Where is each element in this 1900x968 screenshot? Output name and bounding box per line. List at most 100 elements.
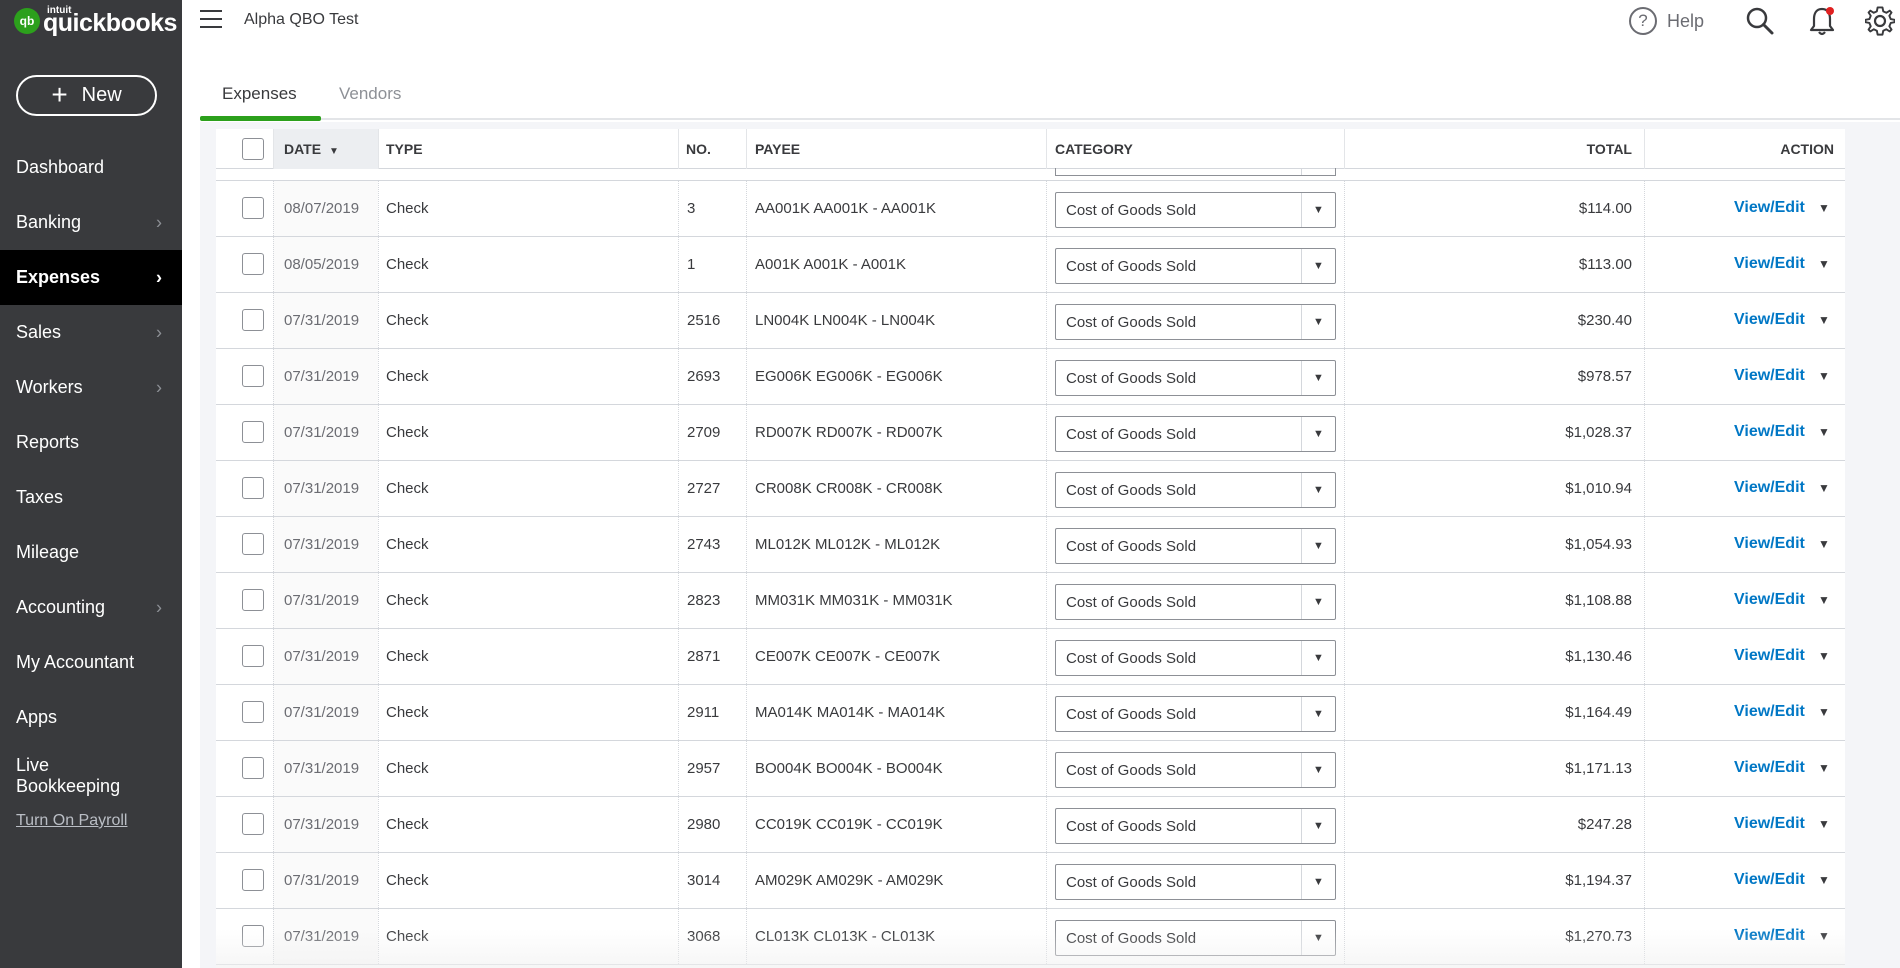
hamburger-icon[interactable]	[200, 10, 222, 28]
row-checkbox[interactable]	[242, 365, 264, 387]
dropdown-arrow-icon[interactable]: ▼	[1301, 641, 1335, 675]
help-button[interactable]: ? Help	[1629, 7, 1704, 35]
row-checkbox[interactable]	[242, 253, 264, 275]
action-dropdown-icon[interactable]: ▼	[1818, 929, 1830, 943]
table-row[interactable]: 07/31/2019 Check 2743 ML012K ML012K - ML012…	[216, 517, 1845, 573]
row-checkbox[interactable]	[242, 197, 264, 219]
view-edit-link[interactable]: View/Edit	[1734, 479, 1805, 497]
category-select[interactable]: Cost of Goods Sold ▼	[1055, 584, 1336, 620]
dropdown-arrow-icon[interactable]: ▼	[1301, 305, 1335, 339]
select-all-checkbox[interactable]	[242, 138, 264, 160]
category-select[interactable]: Cost of Goods Sold ▼	[1055, 360, 1336, 396]
row-checkbox[interactable]	[242, 645, 264, 667]
table-row[interactable]: 07/31/2019 Check 2727 CR008K CR008K - CR008…	[216, 461, 1845, 517]
tab-vendors[interactable]: Vendors	[339, 84, 401, 104]
action-dropdown-icon[interactable]: ▼	[1818, 873, 1830, 887]
category-select[interactable]: Cost of Goods Sold ▼	[1055, 528, 1336, 564]
sidebar-item-expenses[interactable]: Expenses ›	[0, 250, 182, 305]
view-edit-link[interactable]: View/Edit	[1734, 311, 1805, 329]
payee-column-header[interactable]: PAYEE	[755, 141, 800, 157]
sidebar-item-live-bookkeeping[interactable]: Live Bookkeeping	[0, 745, 182, 807]
no-column-header[interactable]: NO.	[686, 141, 711, 157]
table-row[interactable]: 07/31/2019 Check 3068 CL013K CL013K - CL013…	[216, 909, 1845, 965]
table-row[interactable]: 07/31/2019 Check 3014 AM029K AM029K - AM029…	[216, 853, 1845, 909]
action-dropdown-icon[interactable]: ▼	[1818, 257, 1830, 271]
sidebar-item-taxes[interactable]: Taxes	[0, 470, 182, 525]
view-edit-link[interactable]: View/Edit	[1734, 367, 1805, 385]
dropdown-arrow-icon[interactable]: ▼	[1301, 921, 1335, 955]
action-dropdown-icon[interactable]: ▼	[1818, 705, 1830, 719]
sidebar-item-dashboard[interactable]: Dashboard	[0, 140, 182, 195]
action-dropdown-icon[interactable]: ▼	[1818, 481, 1830, 495]
action-dropdown-icon[interactable]: ▼	[1818, 649, 1830, 663]
sidebar-item-workers[interactable]: Workers ›	[0, 360, 182, 415]
action-dropdown-icon[interactable]: ▼	[1818, 537, 1830, 551]
tab-expenses[interactable]: Expenses	[222, 84, 297, 104]
action-dropdown-icon[interactable]: ▼	[1818, 817, 1830, 831]
action-dropdown-icon[interactable]: ▼	[1818, 369, 1830, 383]
row-checkbox[interactable]	[242, 925, 264, 947]
view-edit-link[interactable]: View/Edit	[1734, 423, 1805, 441]
category-select[interactable]: Cost of Goods Sold ▼	[1055, 192, 1336, 228]
category-select[interactable]: Cost of Goods Sold ▼	[1055, 248, 1336, 284]
action-dropdown-icon[interactable]: ▼	[1818, 593, 1830, 607]
view-edit-link[interactable]: View/Edit	[1734, 591, 1805, 609]
row-checkbox[interactable]	[242, 421, 264, 443]
dropdown-arrow-icon[interactable]: ▼	[1301, 585, 1335, 619]
sidebar-item-banking[interactable]: Banking ›	[0, 195, 182, 250]
sidebar-item-my-accountant[interactable]: My Accountant	[0, 635, 182, 690]
row-checkbox[interactable]	[242, 701, 264, 723]
dropdown-arrow-icon[interactable]: ▼	[1301, 417, 1335, 451]
table-row[interactable]: 07/31/2019 Check 2980 CC019K CC019K - CC019…	[216, 797, 1845, 853]
action-dropdown-icon[interactable]: ▼	[1818, 201, 1830, 215]
row-checkbox[interactable]	[242, 757, 264, 779]
dropdown-arrow-icon[interactable]: ▼	[1301, 361, 1335, 395]
sidebar-item-mileage[interactable]: Mileage	[0, 525, 182, 580]
turn-on-payroll-link[interactable]: Turn On Payroll	[16, 812, 127, 830]
row-checkbox[interactable]	[242, 813, 264, 835]
dropdown-arrow-icon[interactable]: ▼	[1301, 809, 1335, 843]
row-checkbox[interactable]	[242, 477, 264, 499]
row-checkbox[interactable]	[242, 309, 264, 331]
table-row[interactable]: 07/31/2019 Check 2871 CE007K CE007K - CE007…	[216, 629, 1845, 685]
view-edit-link[interactable]: View/Edit	[1734, 255, 1805, 273]
sidebar-item-apps[interactable]: Apps	[0, 690, 182, 745]
action-dropdown-icon[interactable]: ▼	[1818, 425, 1830, 439]
sidebar-item-sales[interactable]: Sales ›	[0, 305, 182, 360]
table-row[interactable]: 08/07/2019 Check 3 AA001K AA001K - AA001K Co…	[216, 181, 1845, 237]
dropdown-arrow-icon[interactable]: ▼	[1301, 473, 1335, 507]
dropdown-arrow-icon[interactable]: ▼	[1301, 753, 1335, 787]
category-select[interactable]: Cost of Goods Sold ▼	[1055, 640, 1336, 676]
table-row[interactable]: 07/31/2019 Check 2693 EG006K EG006K - EG006…	[216, 349, 1845, 405]
category-select[interactable]: Cost of Goods Sold ▼	[1055, 472, 1336, 508]
action-dropdown-icon[interactable]: ▼	[1818, 313, 1830, 327]
dropdown-arrow-icon[interactable]: ▼	[1301, 697, 1335, 731]
gear-icon[interactable]	[1864, 6, 1896, 41]
view-edit-link[interactable]: View/Edit	[1734, 199, 1805, 217]
table-row[interactable]: 07/31/2019 Check 2957 BO004K BO004K - BO004…	[216, 741, 1845, 797]
bell-icon[interactable]	[1807, 5, 1837, 42]
row-checkbox[interactable]	[242, 869, 264, 891]
row-checkbox[interactable]	[242, 589, 264, 611]
category-select[interactable]: Cost of Goods Sold ▼	[1055, 920, 1336, 956]
category-select[interactable]: Cost of Goods Sold ▼	[1055, 808, 1336, 844]
row-checkbox[interactable]	[242, 533, 264, 555]
type-column-header[interactable]: TYPE	[386, 141, 423, 157]
view-edit-link[interactable]: View/Edit	[1734, 759, 1805, 777]
view-edit-link[interactable]: View/Edit	[1734, 703, 1805, 721]
view-edit-link[interactable]: View/Edit	[1734, 647, 1805, 665]
category-select[interactable]: Cost of Goods Sold ▼	[1055, 304, 1336, 340]
new-button[interactable]: + New	[16, 75, 157, 116]
action-dropdown-icon[interactable]: ▼	[1818, 761, 1830, 775]
table-row[interactable]: 07/31/2019 Check 2823 MM031K MM031K - MM031…	[216, 573, 1845, 629]
category-select[interactable]: Cost of Goods Sold ▼	[1055, 416, 1336, 452]
view-edit-link[interactable]: View/Edit	[1734, 927, 1805, 945]
dropdown-arrow-icon[interactable]: ▼	[1301, 865, 1335, 899]
search-icon[interactable]	[1745, 6, 1775, 41]
view-edit-link[interactable]: View/Edit	[1734, 871, 1805, 889]
table-row[interactable]: 07/31/2019 Check 2911 MA014K MA014K - MA014…	[216, 685, 1845, 741]
view-edit-link[interactable]: View/Edit	[1734, 815, 1805, 833]
category-select[interactable]: Cost of Goods Sold ▼	[1055, 752, 1336, 788]
category-column-header[interactable]: CATEGORY	[1055, 141, 1133, 157]
dropdown-arrow-icon[interactable]: ▼	[1301, 193, 1335, 227]
